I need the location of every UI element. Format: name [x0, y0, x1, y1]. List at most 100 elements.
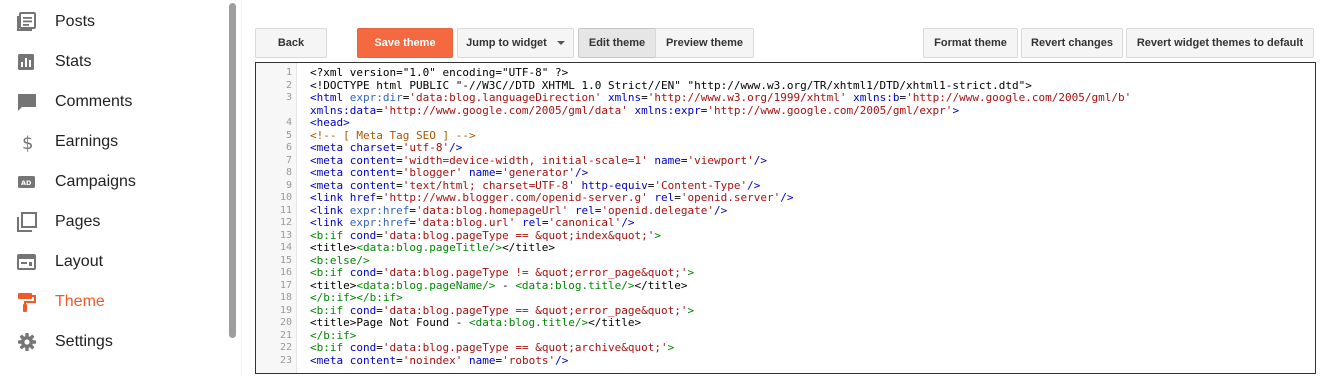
- code-token: <meta: [310, 141, 350, 154]
- format-theme-button[interactable]: Format theme: [923, 28, 1018, 58]
- sidebar-item-theme[interactable]: Theme: [0, 282, 226, 322]
- line-number: 7: [285, 154, 292, 166]
- sidebar-item-layout[interactable]: Layout: [0, 242, 226, 282]
- line-number: 21: [279, 329, 292, 341]
- line-number: 4: [285, 117, 292, 128]
- code-token: -: [495, 278, 516, 292]
- code-token: />: [747, 178, 761, 192]
- revert-changes-button[interactable]: Revert changes: [1021, 28, 1123, 58]
- code-text: <meta content='noindex' name='robots'/>: [310, 353, 568, 368]
- jump-to-widget-dropdown[interactable]: Jump to widget: [457, 28, 574, 58]
- code-token: xmlns:data: [310, 103, 377, 117]
- sidebar-item-label: Campaigns: [55, 173, 136, 190]
- chevron-down-icon: [556, 41, 565, 45]
- dollar-icon: $: [16, 132, 38, 154]
- sidebar-item-campaigns[interactable]: AD Campaigns: [0, 162, 226, 202]
- code-area[interactable]: 1 <?xml version="1.0" encoding="UTF-8" ?>…: [256, 66, 1315, 368]
- code-token: =: [376, 266, 383, 279]
- theme-code-editor[interactable]: 1 <?xml version="1.0" encoding="UTF-8" ?>…: [255, 62, 1316, 374]
- code-line[interactable]: 23 <meta content='noindex' name='robots'/…: [256, 353, 1315, 368]
- jump-to-widget-label: Jump to widget: [466, 37, 547, 49]
- code-token: expr:href: [349, 216, 410, 229]
- code-token: cond: [349, 341, 377, 354]
- code-token: 'utf-8': [402, 141, 450, 154]
- code-token: />: [621, 216, 635, 229]
- code-token: <meta: [310, 353, 350, 367]
- code-token: =: [409, 203, 416, 217]
- code-token: />: [574, 166, 589, 179]
- revert-widget-themes-button[interactable]: Revert widget themes to default: [1126, 28, 1314, 58]
- sidebar-item-pages[interactable]: Pages: [0, 202, 226, 242]
- code-token: 'http://www.blogger.com/openid-server.g': [382, 191, 648, 204]
- code-token: 'data:blog.pageType == &quot;archive&quo…: [382, 341, 668, 354]
- sidebar-item-posts[interactable]: Posts: [0, 2, 226, 42]
- sidebar-item-label: Settings: [55, 333, 113, 350]
- code-token: </title>: [502, 241, 556, 254]
- code-token: 'robots': [502, 353, 556, 367]
- code-token: 'http://www.google.com/2005/gml/b': [906, 91, 1132, 104]
- code-token: 'openid.delegate': [601, 203, 715, 217]
- code-token: =: [376, 303, 383, 317]
- code-token: 'data:blog.pageType == &quot;index&quot;…: [382, 228, 655, 242]
- line-number: 20: [279, 317, 292, 328]
- code-token: <link: [310, 191, 350, 204]
- code-token: />: [449, 141, 463, 154]
- sidebar-scrollbar[interactable]: [229, 3, 236, 338]
- line-number: 18: [279, 292, 292, 303]
- code-token: content: [349, 166, 397, 179]
- stats-icon: [16, 52, 38, 72]
- code-token: rel: [654, 191, 675, 204]
- code-line[interactable]: 20 <title>Page Not Found - <data:blog.tit…: [256, 316, 1315, 330]
- code-token: =: [396, 153, 403, 167]
- line-number: 15: [279, 254, 292, 266]
- code-token: <b:if: [310, 228, 350, 242]
- code-line[interactable]: 14 <title><data:blog.pageTitle/></title>: [256, 241, 1315, 255]
- code-token: >: [952, 103, 960, 117]
- save-theme-button[interactable]: Save theme: [357, 28, 453, 58]
- code-line[interactable]: 17 <title><data:blog.pageName/> - <data:b…: [256, 278, 1315, 293]
- code-token: name: [468, 353, 496, 367]
- code-token: content: [349, 178, 397, 192]
- code-token: <data:blog.title/>: [515, 278, 635, 292]
- sidebar-item-earnings[interactable]: $ Earnings: [0, 122, 226, 162]
- sidebar-item-label: Theme: [55, 293, 105, 310]
- code-token: </b:if></b:if>: [310, 291, 403, 304]
- code-token: xmlns:b: [853, 91, 900, 104]
- back-button[interactable]: Back: [255, 28, 327, 58]
- code-line[interactable]: xmlns:data='http://www.google.com/2005/g…: [256, 103, 1315, 118]
- code-token: xmlns:expr: [634, 103, 701, 117]
- ad-icon: AD: [16, 172, 38, 192]
- code-token: 'data:blog.homepageUrl': [415, 203, 569, 217]
- code-token: <data:blog.pageName/>: [356, 278, 496, 292]
- line-number: 2: [285, 79, 292, 91]
- code-token: =: [376, 341, 383, 354]
- line-number: 6: [285, 142, 292, 153]
- code-token: <data:blog.pageTitle/>: [356, 241, 503, 254]
- code-token: cond: [349, 228, 377, 242]
- sidebar-item-stats[interactable]: Stats: [0, 42, 226, 82]
- line-number: 5: [285, 129, 292, 141]
- code-token: =: [396, 141, 403, 154]
- line-number: 1: [285, 67, 292, 78]
- posts-icon: [16, 12, 38, 32]
- preview-theme-button[interactable]: Preview theme: [655, 28, 754, 58]
- sidebar-item-comments[interactable]: Comments: [0, 82, 226, 122]
- edit-theme-button[interactable]: Edit theme: [578, 28, 656, 58]
- code-token: rel: [521, 216, 542, 229]
- line-number: 23: [279, 354, 292, 366]
- code-token: 'canonical': [548, 216, 622, 229]
- code-token: <meta: [310, 178, 350, 192]
- sidebar-item-settings[interactable]: Settings: [0, 322, 226, 362]
- sidebar-item-label: Earnings: [55, 133, 119, 150]
- gear-icon: [16, 332, 38, 352]
- code-token: />: [780, 191, 794, 204]
- code-text: xmlns:data='http://www.google.com/2005/g…: [310, 103, 960, 118]
- code-token: >: [687, 303, 695, 317]
- code-token: =: [409, 216, 416, 229]
- code-token: name: [468, 166, 496, 179]
- code-token: >: [654, 228, 662, 242]
